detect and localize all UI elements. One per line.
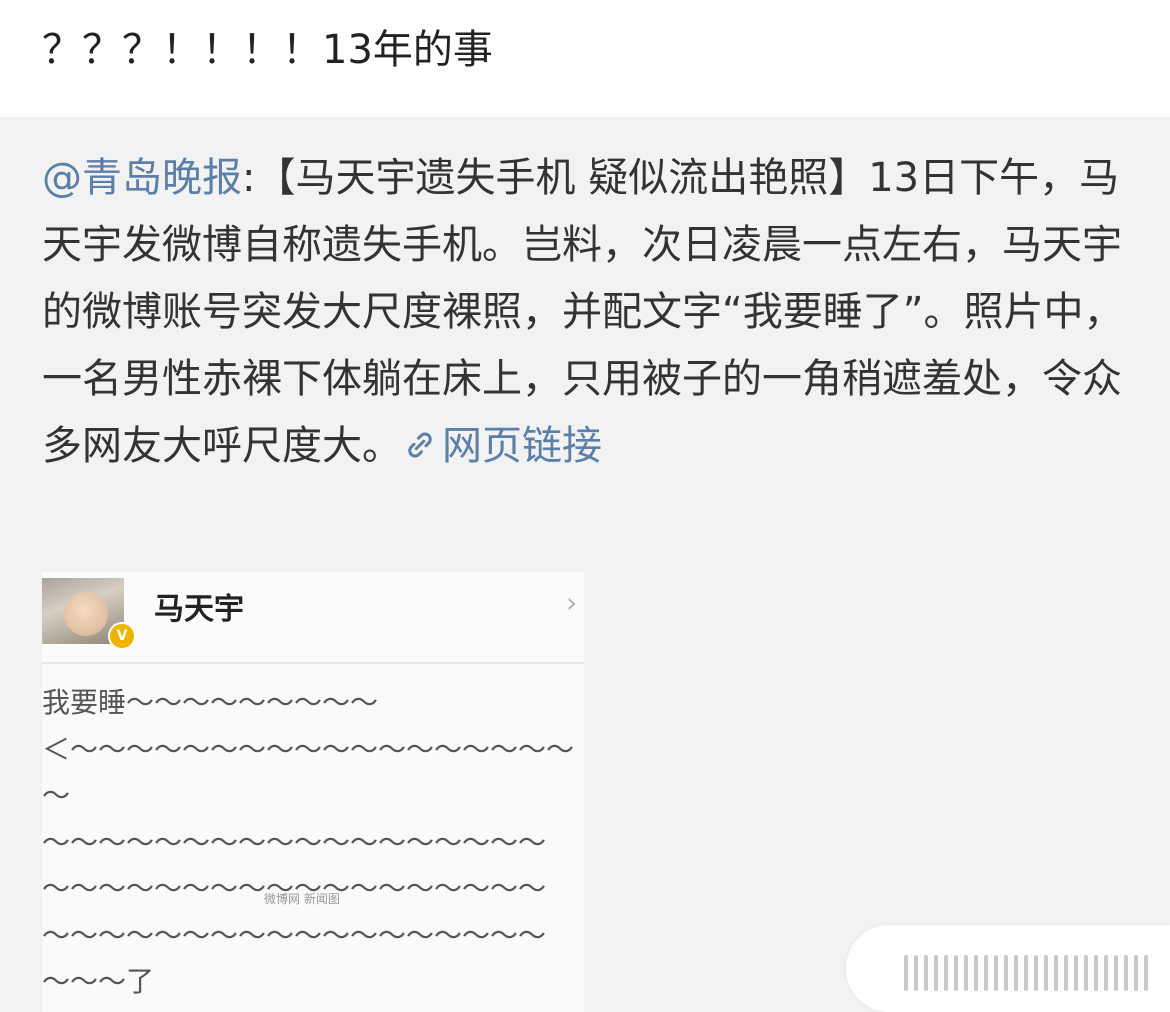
- avatar-face: [64, 592, 108, 636]
- input-indicator: [904, 955, 1148, 991]
- screenshot-content: 我要睡～～～～～～～～～ ＜～～～～～～～～～～～～～～～～～～ ～ ～～～～～…: [42, 686, 575, 998]
- link-icon: [402, 417, 438, 484]
- screenshot-username: 马天宇: [154, 592, 244, 627]
- verified-badge-icon: V: [108, 622, 136, 650]
- watermark: 微博网 新闻图: [264, 892, 340, 906]
- post-text: ？？？！！！！13年的事: [42, 27, 493, 73]
- repost-card[interactable]: @青岛晚报:【马天宇遗失手机 疑似流出艳照】13日下午，马天宇发微博自称遗失手机…: [0, 117, 1170, 1012]
- web-link[interactable]: 网页链接: [402, 423, 602, 469]
- chevron-right-icon: ›: [566, 586, 578, 619]
- web-link-label: 网页链接: [442, 423, 602, 469]
- floating-input-bar[interactable]: [846, 925, 1170, 1012]
- repost-body: @青岛晚报:【马天宇遗失手机 疑似流出艳照】13日下午，马天宇发微博自称遗失手机…: [42, 145, 1132, 484]
- repost-text: :【马天宇遗失手机 疑似流出艳照】13日下午，马天宇发微博自称遗失手机。岂料，次…: [42, 155, 1124, 469]
- embedded-screenshot[interactable]: V 马天宇 › 我要睡～～～～～～～～～ ＜～～～～～～～～～～～～～～～～～～…: [42, 572, 584, 1012]
- mention-link[interactable]: @青岛晚报: [42, 155, 242, 201]
- screenshot-header: V 马天宇 ›: [42, 572, 584, 664]
